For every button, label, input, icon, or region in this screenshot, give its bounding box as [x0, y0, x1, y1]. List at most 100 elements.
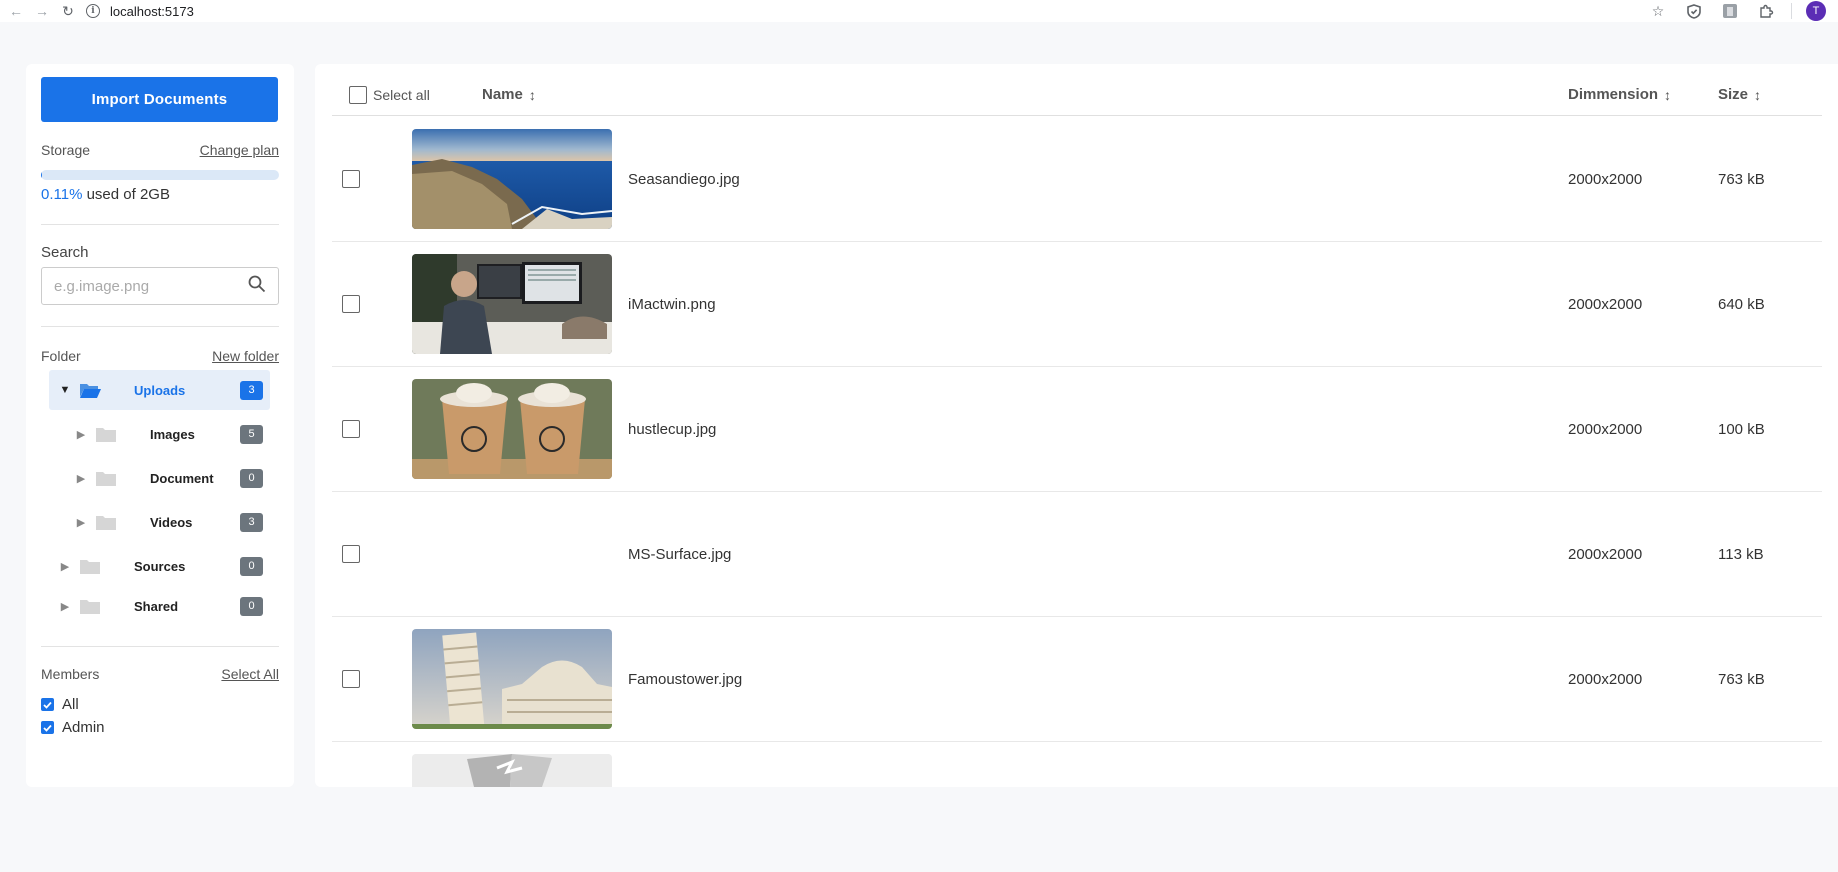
search-icon[interactable]	[248, 275, 266, 298]
file-name[interactable]: MS-Surface.jpg	[628, 546, 731, 563]
file-name[interactable]: hustlecup.jpg	[628, 421, 716, 438]
column-header-name[interactable]: Name ↕	[482, 86, 536, 103]
row-checkbox[interactable]	[342, 170, 360, 188]
row-checkbox[interactable]	[342, 545, 360, 563]
profile-avatar[interactable]: T	[1806, 1, 1826, 21]
file-dimension: 2000x2000	[1568, 421, 1643, 438]
bookmark-star-icon[interactable]: ☆	[1647, 0, 1669, 22]
select-all-control[interactable]: Select all	[349, 86, 430, 104]
change-plan-link[interactable]: Change plan	[200, 142, 279, 158]
table-row[interactable]: MS-Surface.jpg 2000x2000 113 kB	[332, 492, 1822, 617]
search-input[interactable]	[54, 277, 234, 295]
select-all-label: Select all	[373, 87, 430, 103]
table-header: Select all Name ↕ Dimmension ↕ Size ↕	[332, 64, 1822, 116]
member-name: Admin	[62, 719, 105, 736]
divider	[41, 224, 279, 225]
file-table: Select all Name ↕ Dimmension ↕ Size ↕ Se…	[315, 64, 1838, 787]
storage-label: Storage	[41, 142, 91, 158]
folder-name: Shared	[134, 598, 179, 614]
column-header-dimension[interactable]: Dimmension ↕	[1568, 86, 1671, 103]
caret-right-icon[interactable]: ▶	[59, 560, 71, 573]
thumbnail-image[interactable]	[412, 254, 612, 354]
caret-right-icon[interactable]: ▶	[75, 428, 87, 441]
search-label: Search	[41, 244, 89, 261]
folder-count-badge: 0	[240, 556, 263, 576]
column-dimension-label: Dimmension	[1568, 86, 1659, 103]
storage-progress-fill	[41, 170, 43, 180]
file-dimension: 2000x2000	[1568, 296, 1643, 313]
storage-header: Storage Change plan	[41, 142, 279, 158]
folder-icon	[80, 599, 100, 614]
folder-name: Images	[150, 426, 195, 442]
file-name[interactable]: Seasandiego.jpg	[628, 171, 740, 188]
caret-right-icon[interactable]: ▶	[59, 600, 71, 613]
caret-right-icon[interactable]: ▶	[75, 516, 87, 529]
folder-icon	[96, 515, 116, 530]
select-all-checkbox[interactable]	[349, 86, 367, 104]
extension-app-icon[interactable]	[1719, 0, 1741, 22]
table-row[interactable]: iMactwin.png 2000x2000 640 kB	[332, 242, 1822, 367]
folder-tree: ▼ Uploads 3 ▶ Images 5 ▶ Document 0 ▶ Vi…	[41, 370, 279, 626]
folder-count-badge: 5	[240, 424, 263, 444]
column-size-label: Size	[1718, 86, 1749, 103]
forward-icon[interactable]: →	[32, 1, 52, 21]
new-folder-link[interactable]: New folder	[212, 348, 279, 364]
open-folder-icon	[80, 383, 101, 398]
sort-icon[interactable]: ↕	[1664, 87, 1671, 103]
members-header: Members Select All	[41, 666, 279, 682]
broken-image-icon[interactable]	[412, 754, 612, 787]
file-name[interactable]: iMactwin.png	[628, 296, 716, 313]
folder-icon	[96, 471, 116, 486]
table-row[interactable]: Seasandiego.jpg 2000x2000 763 kB	[332, 117, 1822, 242]
select-all-members-link[interactable]: Select All	[221, 666, 279, 682]
sort-icon[interactable]: ↕	[529, 87, 536, 103]
table-row[interactable]	[332, 742, 1822, 787]
folder-item-images[interactable]: ▶ Images 5	[49, 414, 279, 454]
folder-count-badge: 0	[240, 468, 263, 488]
file-size: 763 kB	[1718, 671, 1765, 688]
caret-right-icon[interactable]: ▶	[75, 472, 87, 485]
file-dimension: 2000x2000	[1568, 171, 1643, 188]
extensions-puzzle-icon[interactable]	[1755, 0, 1777, 22]
folder-item-document[interactable]: ▶ Document 0	[49, 458, 279, 498]
folder-item-uploads[interactable]: ▼ Uploads 3	[49, 370, 270, 410]
url-text: localhost:5173	[110, 3, 194, 19]
folder-name: Uploads	[134, 382, 186, 398]
search-box	[41, 267, 279, 305]
members-label: Members	[41, 666, 100, 682]
file-dimension: 2000x2000	[1568, 671, 1643, 688]
sort-icon[interactable]: ↕	[1754, 87, 1761, 103]
row-checkbox[interactable]	[342, 420, 360, 438]
member-name: All	[62, 696, 79, 713]
table-row[interactable]: Famoustower.jpg 2000x2000 763 kB	[332, 617, 1822, 742]
row-checkbox[interactable]	[342, 295, 360, 313]
reload-icon[interactable]: ↻	[58, 1, 78, 21]
file-size: 640 kB	[1718, 296, 1765, 313]
address-bar[interactable]: i localhost:5173	[86, 1, 1626, 21]
row-checkbox[interactable]	[342, 670, 360, 688]
member-row-admin[interactable]: Admin	[41, 719, 279, 736]
shield-extension-icon[interactable]	[1683, 0, 1705, 22]
thumbnail-image[interactable]	[412, 629, 612, 729]
divider	[41, 326, 279, 327]
checkbox-checked-icon[interactable]	[41, 698, 54, 711]
folder-name: Sources	[134, 558, 186, 574]
folder-item-sources[interactable]: ▶ Sources 0	[49, 546, 279, 586]
file-dimension: 2000x2000	[1568, 546, 1643, 563]
table-row[interactable]: hustlecup.jpg 2000x2000 100 kB	[332, 367, 1822, 492]
storage-progress-bar	[41, 170, 279, 180]
site-info-icon[interactable]: i	[86, 4, 100, 18]
thumbnail-image[interactable]	[412, 129, 612, 229]
import-documents-button[interactable]: Import Documents	[41, 77, 278, 122]
member-row-all[interactable]: All	[41, 696, 279, 713]
file-name[interactable]: Famoustower.jpg	[628, 671, 742, 688]
thumbnail-image[interactable]	[412, 379, 612, 479]
column-header-size[interactable]: Size ↕	[1718, 86, 1761, 103]
storage-percent: 0.11%	[41, 186, 83, 203]
folder-item-shared[interactable]: ▶ Shared 0	[49, 586, 279, 626]
caret-down-icon[interactable]: ▼	[59, 384, 71, 396]
folder-item-videos[interactable]: ▶ Videos 3	[49, 502, 279, 542]
folder-count-badge: 3	[240, 512, 263, 532]
checkbox-checked-icon[interactable]	[41, 721, 54, 734]
back-icon[interactable]: ←	[6, 1, 26, 21]
